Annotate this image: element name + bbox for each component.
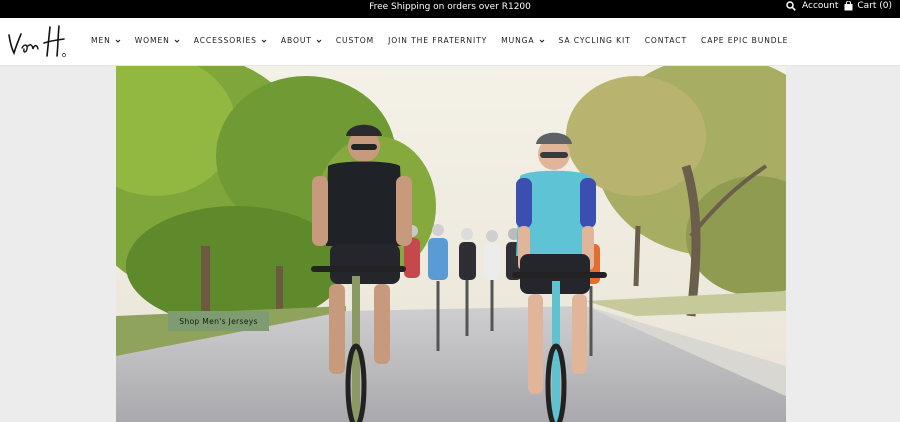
site-header: MEN WOMEN ACCESSORIES ABOUT CUSTOM JOIN THE F… (0, 18, 900, 66)
nav-item-about[interactable]: ABOUT (281, 36, 322, 45)
nav-item-join-the-fraternity[interactable]: JOIN THE FRATERNITY (388, 36, 487, 45)
bag-icon (844, 1, 853, 11)
chevron-down-icon (174, 39, 180, 43)
nav-item-label: CONTACT (644, 36, 688, 45)
chevron-down-icon (539, 39, 544, 43)
account-link[interactable]: Account (802, 1, 838, 11)
nav-item-cape-epic-bundle[interactable]: CAPE EPIC BUNDLE (701, 36, 788, 45)
utility-links: Account Cart (0) (786, 1, 892, 11)
nav-item-label: JOIN THE FRATERNITY (388, 36, 488, 45)
nav-item-label: ABOUT (280, 36, 312, 45)
hero-image (116, 66, 786, 422)
search-icon (786, 1, 796, 11)
nav-item-label: ACCESSORIES (193, 36, 257, 45)
cart-label: Cart (0) (857, 1, 892, 11)
nav-item-label: CUSTOM (335, 36, 375, 45)
nav-item-label: WOMEN (134, 36, 170, 45)
nav-item-women[interactable]: WOMEN (135, 36, 180, 45)
chevron-down-icon (316, 39, 322, 43)
hero-banner: Shop Men's Jerseys (116, 66, 786, 422)
search-button[interactable] (786, 1, 796, 11)
nav-item-men[interactable]: MEN (91, 36, 121, 45)
nav-item-sa-cycling-kit[interactable]: SA CYCLING KIT (559, 36, 631, 45)
main-nav: MEN WOMEN ACCESSORIES ABOUT CUSTOM JOIN THE F… (91, 36, 788, 45)
announcement-bar: Free Shipping on orders over R1200 Accou… (0, 0, 900, 18)
chevron-down-icon (261, 39, 267, 43)
nav-item-label: MUNGA (501, 36, 535, 45)
account-label: Account (802, 1, 839, 11)
nav-item-label: MEN (91, 36, 111, 45)
cart-link[interactable]: Cart (0) (844, 1, 892, 11)
nav-item-label: SA CYCLING KIT (558, 36, 631, 45)
nav-item-munga[interactable]: MUNGA (501, 36, 544, 45)
van-h-signature-logo[interactable] (6, 22, 68, 62)
chevron-down-icon (115, 39, 121, 43)
nav-item-label: CAPE EPIC BUNDLE (701, 36, 789, 45)
nav-item-accessories[interactable]: ACCESSORIES (194, 36, 267, 45)
nav-item-contact[interactable]: CONTACT (645, 36, 687, 45)
nav-item-custom[interactable]: CUSTOM (336, 36, 374, 45)
shop-mens-jerseys-button[interactable]: Shop Men's Jerseys (168, 311, 269, 331)
announcement-text: Free Shipping on orders over R1200 (369, 2, 531, 12)
